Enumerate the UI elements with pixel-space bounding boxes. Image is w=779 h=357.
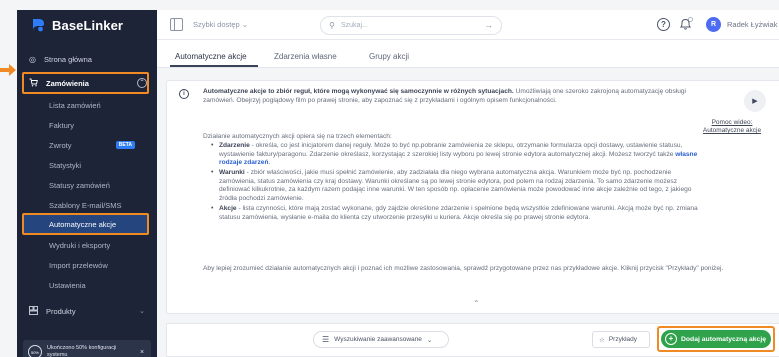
sidebar-item-label: Szablony E-mail/SMS — [49, 200, 122, 210]
avatar[interactable]: R — [706, 17, 721, 32]
quick-access-dropdown[interactable]: Szybki dostęp ⌄ — [193, 20, 248, 29]
info-panel: i Automatyczne akcje to zbiór reguł, któ… — [166, 80, 779, 314]
user-name: Radek Łyżwiak — [727, 20, 778, 29]
bullet-dot: • — [211, 205, 214, 212]
tab-automatic-actions[interactable]: Automatyczne akcje — [175, 52, 247, 61]
progress-badge: 50% — [28, 345, 42, 357]
baselinker-logo-icon — [33, 19, 44, 32]
chevron-down-icon: ⌄ — [426, 336, 433, 344]
search-input[interactable]: ⚲ Szukaj... → — [320, 16, 502, 35]
bell-icon[interactable] — [678, 16, 694, 32]
highlight-arrow-icon — [0, 64, 16, 76]
examples-label: Przykłady — [608, 336, 638, 343]
search-icon: ⚲ — [329, 21, 335, 30]
products-icon — [29, 305, 38, 317]
close-icon[interactable]: × — [140, 349, 144, 356]
tab-bar: Automatyczne akcje Zdarzenia własne Grup… — [157, 40, 779, 68]
star-icon: ☆ — [599, 336, 605, 344]
intro-bold: Automatyczne akcje to zbiór reguł, które… — [203, 88, 514, 95]
collapse-icon[interactable]: ⌃ — [137, 78, 147, 88]
elements-intro: Działanie automatycznych akcji opiera si… — [203, 133, 392, 140]
setup-progress-text: Ukończono 50% konfiguracji systemu — [47, 345, 117, 357]
app-name: BaseLinker — [52, 17, 124, 33]
intro-paragraph: Automatyczne akcje to zbiór reguł, które… — [203, 88, 701, 105]
sidebar-item-statistics[interactable]: Statystyki — [17, 158, 157, 172]
sidebar-item-home[interactable]: ◎ Strona główna — [17, 50, 157, 68]
add-button-label: Dodaj automatyczną akcję — [681, 335, 766, 343]
sidebar-item-prints-exports[interactable]: Wydruki i eksporty — [17, 238, 157, 252]
arrow-right-icon[interactable]: → — [484, 20, 493, 30]
chevron-up-icon[interactable]: ⌃ — [473, 299, 480, 308]
sidebar-item-transfer-import[interactable]: Import przelewów — [17, 258, 157, 272]
bullet-end: . — [268, 159, 271, 167]
bullet-title: Zdarzenie — [219, 142, 250, 149]
sidebar-item-products[interactable]: Produkty ⌄ — [17, 303, 157, 319]
search-placeholder: Szukaj... — [341, 22, 368, 29]
bullet-conditions: Warunki - zbiór właściwości, jakie musi … — [219, 169, 701, 204]
sidebar-item-order-statuses[interactable]: Statusy zamówień — [17, 178, 157, 192]
examples-button[interactable]: ☆ Przykłady — [592, 331, 650, 348]
sidebar-toggle-icon[interactable] — [170, 18, 183, 31]
logo[interactable]: BaseLinker — [17, 10, 157, 40]
play-icon[interactable]: ▶ — [744, 90, 766, 112]
tab-custom-events[interactable]: Zdarzenia własne — [274, 52, 337, 61]
sidebar-item-automatic-actions[interactable]: Automatyczne akcje — [24, 215, 147, 233]
sidebar-item-label: Faktury — [49, 120, 75, 130]
sidebar-item-invoices[interactable]: Faktury — [17, 118, 157, 132]
sidebar-item-templates[interactable]: Szablony E-mail/SMS — [17, 198, 157, 212]
advanced-search-label: Wyszukiwanie zaawansowane — [334, 336, 422, 343]
app-root: BaseLinker ◎ Strona główna Zamówienia ⌃ … — [0, 0, 779, 357]
sidebar-item-label: Strona główna — [43, 54, 92, 64]
sidebar-item-settings[interactable]: Ustawienia — [17, 278, 157, 292]
bullet-text: - zbiór właściwości, jakie musi spełnić … — [219, 169, 692, 203]
bullet-event: Zdarzenie - określa, co jest inicjatorem… — [219, 142, 701, 168]
help-icon[interactable]: ? — [657, 18, 670, 31]
add-button-highlight-box: + Dodaj automatyczną akcję — [657, 326, 775, 352]
examples-hint: Aby lepiej zrozumieć działanie automatyc… — [203, 265, 724, 272]
chevron-down-icon: ⌄ — [241, 20, 249, 29]
beta-badge: BETA — [115, 141, 135, 149]
sidebar-item-label: Statystyki — [49, 160, 82, 170]
help-video-link[interactable]: Pomoc wideo: Automatyczne akcje — [691, 119, 773, 135]
sidebar-item-label: Lista zamówień — [49, 100, 101, 110]
add-automatic-action-button[interactable]: + Dodaj automatyczną akcję — [661, 330, 771, 348]
cart-icon — [29, 78, 38, 89]
sidebar-item-label: Zamówienia — [46, 78, 89, 88]
bullet-actions: Akcje - lista czynności, które mają zost… — [219, 205, 701, 222]
active-tab-indicator — [170, 65, 258, 67]
dashboard-icon: ◎ — [29, 54, 36, 64]
bullet-title: Warunki — [219, 169, 245, 176]
sidebar-item-label: Ustawienia — [49, 280, 86, 290]
bullet-title: Akcje — [219, 205, 237, 212]
info-icon: i — [179, 89, 189, 99]
bullet-text: - lista czynności, które mają zostać wyk… — [219, 205, 698, 221]
sidebar-item-label: Wydruki i eksporty — [49, 240, 111, 250]
quick-access-label: Szybki dostęp — [193, 20, 240, 29]
bullet-dot: • — [211, 142, 214, 149]
sidebar-item-orders[interactable]: Zamówienia ⌃ — [17, 74, 157, 92]
bullet-dot: • — [211, 169, 214, 176]
plus-icon: + — [665, 333, 677, 345]
sidebar-item-label: Statusy zamówień — [49, 180, 110, 190]
actions-toolbar: ☰ Wyszukiwanie zaawansowane ⌄ ☆ Przykład… — [166, 323, 779, 357]
filter-icon: ☰ — [322, 335, 330, 344]
sidebar-item-returns[interactable]: Zwroty BETA — [17, 138, 157, 152]
advanced-search-button[interactable]: ☰ Wyszukiwanie zaawansowane ⌄ — [313, 331, 449, 348]
sidebar-item-label: Import przelewów — [49, 260, 108, 270]
topbar: Szybki dostęp ⌄ ⚲ Szukaj... → ? R Radek … — [157, 10, 779, 40]
tab-action-groups[interactable]: Grupy akcji — [369, 52, 409, 61]
sidebar-item-label: Zwroty — [49, 140, 72, 150]
sidebar-item-label: Automatyczne akcje — [49, 219, 117, 229]
setup-progress-banner[interactable]: 50% Ukończono 50% konfiguracji systemu × — [23, 340, 151, 357]
bullet-text: - określa, co jest inicjatorem danej reg… — [219, 142, 683, 158]
chevron-down-icon: ⌄ — [139, 308, 145, 315]
sidebar-item-order-list[interactable]: Lista zamówień — [17, 98, 157, 112]
sidebar: BaseLinker ◎ Strona główna Zamówienia ⌃ … — [17, 10, 157, 357]
sidebar-item-label: Produkty — [46, 306, 76, 316]
user-menu[interactable]: Radek Łyżwiak ⌄ — [727, 20, 779, 29]
